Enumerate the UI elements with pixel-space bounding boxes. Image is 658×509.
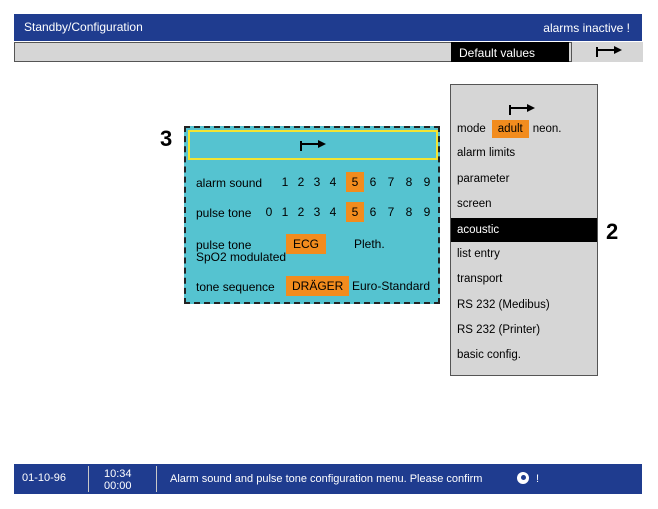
alarm-status: alarms inactive ! — [543, 21, 630, 35]
menu-item-transport[interactable]: transport — [451, 267, 597, 291]
menu-item-list-entry[interactable]: list entry — [451, 242, 597, 266]
alarm-sound-label: alarm sound — [196, 176, 263, 190]
divider — [88, 466, 89, 492]
title-bar: Standby/Configuration alarms inactive ! — [14, 14, 642, 41]
tone-sequence-label: tone sequence — [196, 280, 275, 294]
pulse-mod-sublabel: SpO2 modulated — [196, 250, 287, 264]
pulse-tone-option[interactable]: 8 — [400, 202, 418, 222]
mode-adult-option[interactable]: adult — [491, 120, 529, 138]
mode-neon-option[interactable]: neon. — [533, 123, 562, 135]
enter-arrow-icon — [300, 140, 326, 151]
pulse-mod-pleth-option[interactable]: Pleth. — [354, 234, 385, 254]
pulse-tone-option[interactable]: 9 — [418, 202, 436, 222]
menu-item-rs232-printer[interactable]: RS 232 (Printer) — [451, 318, 597, 342]
tone-sequence-euro-option[interactable]: Euro-Standard — [352, 276, 430, 296]
enter-arrow-icon — [509, 104, 535, 115]
menu-item-alarm-limits[interactable]: alarm limits — [451, 141, 597, 165]
menu-item-basic-config[interactable]: basic config. — [451, 343, 597, 367]
submenu-enter-header[interactable] — [188, 130, 438, 160]
toolbar: Default values — [14, 42, 643, 62]
callout-2: 2 — [606, 219, 619, 244]
status-bar: 01-10-96 10:34 00:00 Alarm sound and pul… — [14, 464, 642, 494]
screen-title: Standby/Configuration — [24, 20, 143, 34]
pulse-tone-option[interactable]: 7 — [382, 202, 400, 222]
tone-sequence-drager-option[interactable]: DRÄGER — [286, 276, 350, 296]
enter-button[interactable] — [571, 42, 643, 62]
enter-arrow-icon — [596, 46, 622, 57]
alarm-sound-option[interactable]: 6 — [364, 172, 382, 192]
date-display: 01-10-96 — [22, 472, 67, 484]
menu-item-acoustic[interactable]: acoustic — [451, 218, 597, 242]
configuration-menu: mode adult neon. alarm limits parameter sc… — [450, 84, 598, 376]
menu-item-parameter[interactable]: parameter — [451, 167, 597, 191]
mode-label: mode — [457, 123, 486, 135]
elapsed-time: 00:00 — [104, 480, 132, 492]
pulse-tone-option-selected[interactable]: 5 — [346, 202, 364, 222]
rotary-knob-icon — [517, 472, 529, 484]
default-values-button[interactable]: Default values — [451, 42, 569, 62]
clock-time: 10:34 — [104, 468, 132, 480]
pulse-mod-ecg-option[interactable]: ECG — [286, 234, 326, 254]
callout-3: 3 — [160, 126, 173, 151]
pulse-tone-option[interactable]: 6 — [364, 202, 382, 222]
divider — [156, 466, 157, 492]
status-message: Alarm sound and pulse tone configuration… — [170, 473, 483, 485]
exclamation: ! — [536, 473, 540, 485]
alarm-sound-option[interactable]: 7 — [382, 172, 400, 192]
pulse-tone-label: pulse tone — [196, 206, 252, 220]
menu-item-rs232-medibus[interactable]: RS 232 (Medibus) — [451, 293, 597, 317]
monitor-screen: Standby/Configuration alarms inactive ! … — [14, 14, 643, 496]
menu-item-screen[interactable]: screen — [451, 192, 597, 216]
alarm-sound-option[interactable]: 8 — [400, 172, 418, 192]
alarm-sound-option-selected[interactable]: 5 — [346, 172, 364, 192]
alarm-sound-option[interactable]: 4 — [324, 172, 342, 192]
acoustic-submenu: alarm sound 1 2 3 4 5 6 7 8 9 pulse tone… — [184, 126, 440, 304]
menu-item-mode[interactable]: mode adult neon. — [451, 117, 597, 141]
pulse-tone-option[interactable]: 4 — [324, 202, 342, 222]
alarm-sound-option[interactable]: 9 — [418, 172, 436, 192]
